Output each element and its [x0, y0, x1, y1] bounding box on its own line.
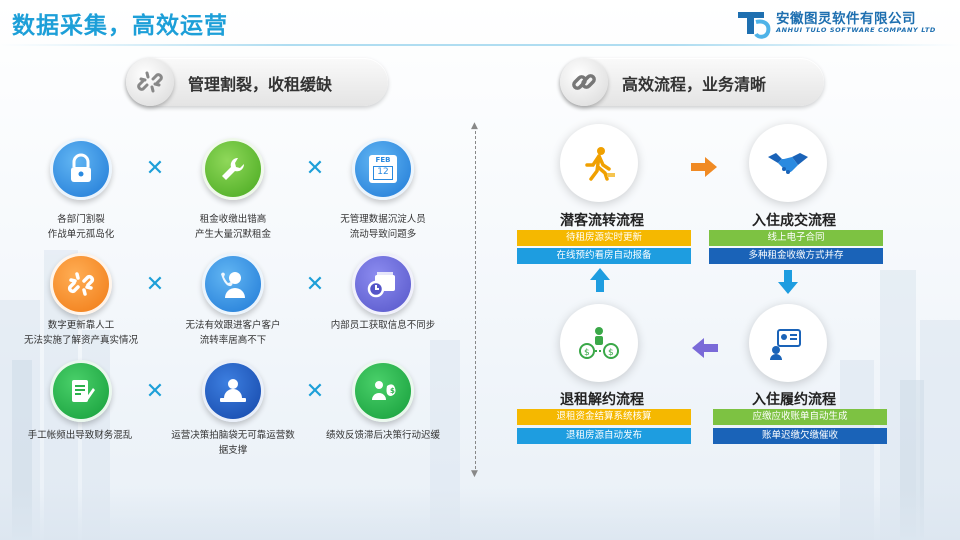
step-potential-customer-node: [560, 124, 638, 202]
problem-label: 运营决策拍脑袋无可靠运营数据支撑: [171, 430, 295, 456]
logo-mark-icon: [738, 12, 771, 39]
step-contract-fulfillment-node: [749, 304, 827, 382]
step-feature-bar: 多种租金收缴方式并存: [709, 248, 883, 264]
step-title: 入住成交流程: [752, 213, 836, 229]
svg-text:$: $: [390, 387, 395, 395]
problem-label: 无管理数据沉淀人员 流动导致问题多: [340, 214, 426, 240]
bottom-fade-band: [0, 488, 960, 540]
problem-label: 绩效反馈滞后决策行动迟缓: [325, 430, 440, 441]
cross-icon: ✕: [145, 272, 165, 297]
lock-icon: [50, 138, 112, 200]
step-title: 潜客流转流程: [560, 213, 644, 229]
svg-text:$: $: [584, 348, 590, 358]
problem-label: 内部员工获取信息不同步: [330, 320, 436, 331]
calendar-month: FEB: [375, 156, 391, 164]
step-title: 退租解约流程: [560, 392, 644, 408]
company-logo: 安徽图灵软件有限公司 ANHUI TULO SOFTWARE COMPANY L…: [734, 6, 948, 42]
problem-label: 各部门割裂 作战单元孤岛化: [47, 214, 115, 240]
section-divider: [475, 126, 477, 474]
document-edit-icon: [50, 360, 112, 422]
step-title: 入住履约流程: [752, 392, 836, 408]
cross-icon: ✕: [305, 379, 325, 404]
section-pill-problems: 管理割裂，收租缓缺: [126, 58, 388, 106]
arrow-left-icon: [692, 338, 718, 358]
problem-label: 数字更新靠人工 无法实施了解资产真实情况: [23, 320, 138, 346]
arrow-right-icon: [691, 157, 717, 177]
folder-clock-icon: [352, 253, 414, 315]
step-feature-bar: 账单迟缴欠缴催收: [713, 428, 887, 444]
handshake-icon: [768, 153, 808, 174]
chain-link-icon: [560, 58, 608, 106]
step-feature-bar: 线上电子合同: [709, 230, 883, 246]
page-title: 数据采集，高效运营: [12, 13, 228, 39]
calendar-icon: FEB 12: [352, 138, 414, 200]
company-name-en: ANHUI TULO SOFTWARE COMPANY LTD: [776, 26, 936, 34]
step-feature-bar: 待租房源实时更新: [517, 230, 691, 246]
section-heading-process: 高效流程，业务清晰: [622, 75, 767, 94]
company-name-cn: 安徽图灵软件有限公司: [776, 11, 916, 27]
section-heading-problems: 管理割裂，收租缓缺: [188, 75, 333, 94]
section-pill-process: 高效流程，业务清晰: [560, 58, 824, 106]
presenter-icon: [202, 360, 264, 422]
step-feature-bar: 在线预约看房自动报备: [517, 248, 691, 264]
broken-link-icon: [126, 58, 174, 106]
problem-label: 手工帐频出导致财务混乱: [27, 430, 133, 441]
cross-icon: ✕: [145, 156, 165, 181]
phone-person-icon: [202, 253, 264, 315]
arrow-down-icon: [778, 270, 798, 294]
calendar-day: 12: [373, 166, 393, 180]
svg-text:$: $: [608, 348, 614, 358]
cross-icon: ✕: [305, 156, 325, 181]
running-person-icon: [585, 147, 615, 181]
cross-icon: ✕: [305, 272, 325, 297]
problem-label: 无法有效跟进客户客户 流转率居高不下: [185, 320, 281, 346]
step-feature-bar: 应缴应收账单自动生成: [713, 409, 887, 425]
divider-arrow-bottom-icon: ▼: [471, 469, 478, 479]
problem-label: 租金收缴出错高 产生大量沉默租金: [194, 214, 271, 240]
cross-icon: ✕: [145, 379, 165, 404]
header-divider: [0, 44, 960, 46]
arrow-up-icon: [590, 268, 610, 292]
id-card-icon: [770, 329, 801, 360]
step-feature-bar: 退租资金结算系统核算: [517, 409, 691, 425]
broken-link-icon: [50, 253, 112, 315]
step-feature-bar: 退租房源自动发布: [517, 428, 691, 444]
step-move-in-deal-node: [749, 124, 827, 202]
step-move-out-node: $ $: [560, 304, 638, 382]
money-bag-icon: $: [352, 360, 414, 422]
wrench-icon: [202, 138, 264, 200]
money-flow-icon: $ $: [579, 327, 619, 359]
